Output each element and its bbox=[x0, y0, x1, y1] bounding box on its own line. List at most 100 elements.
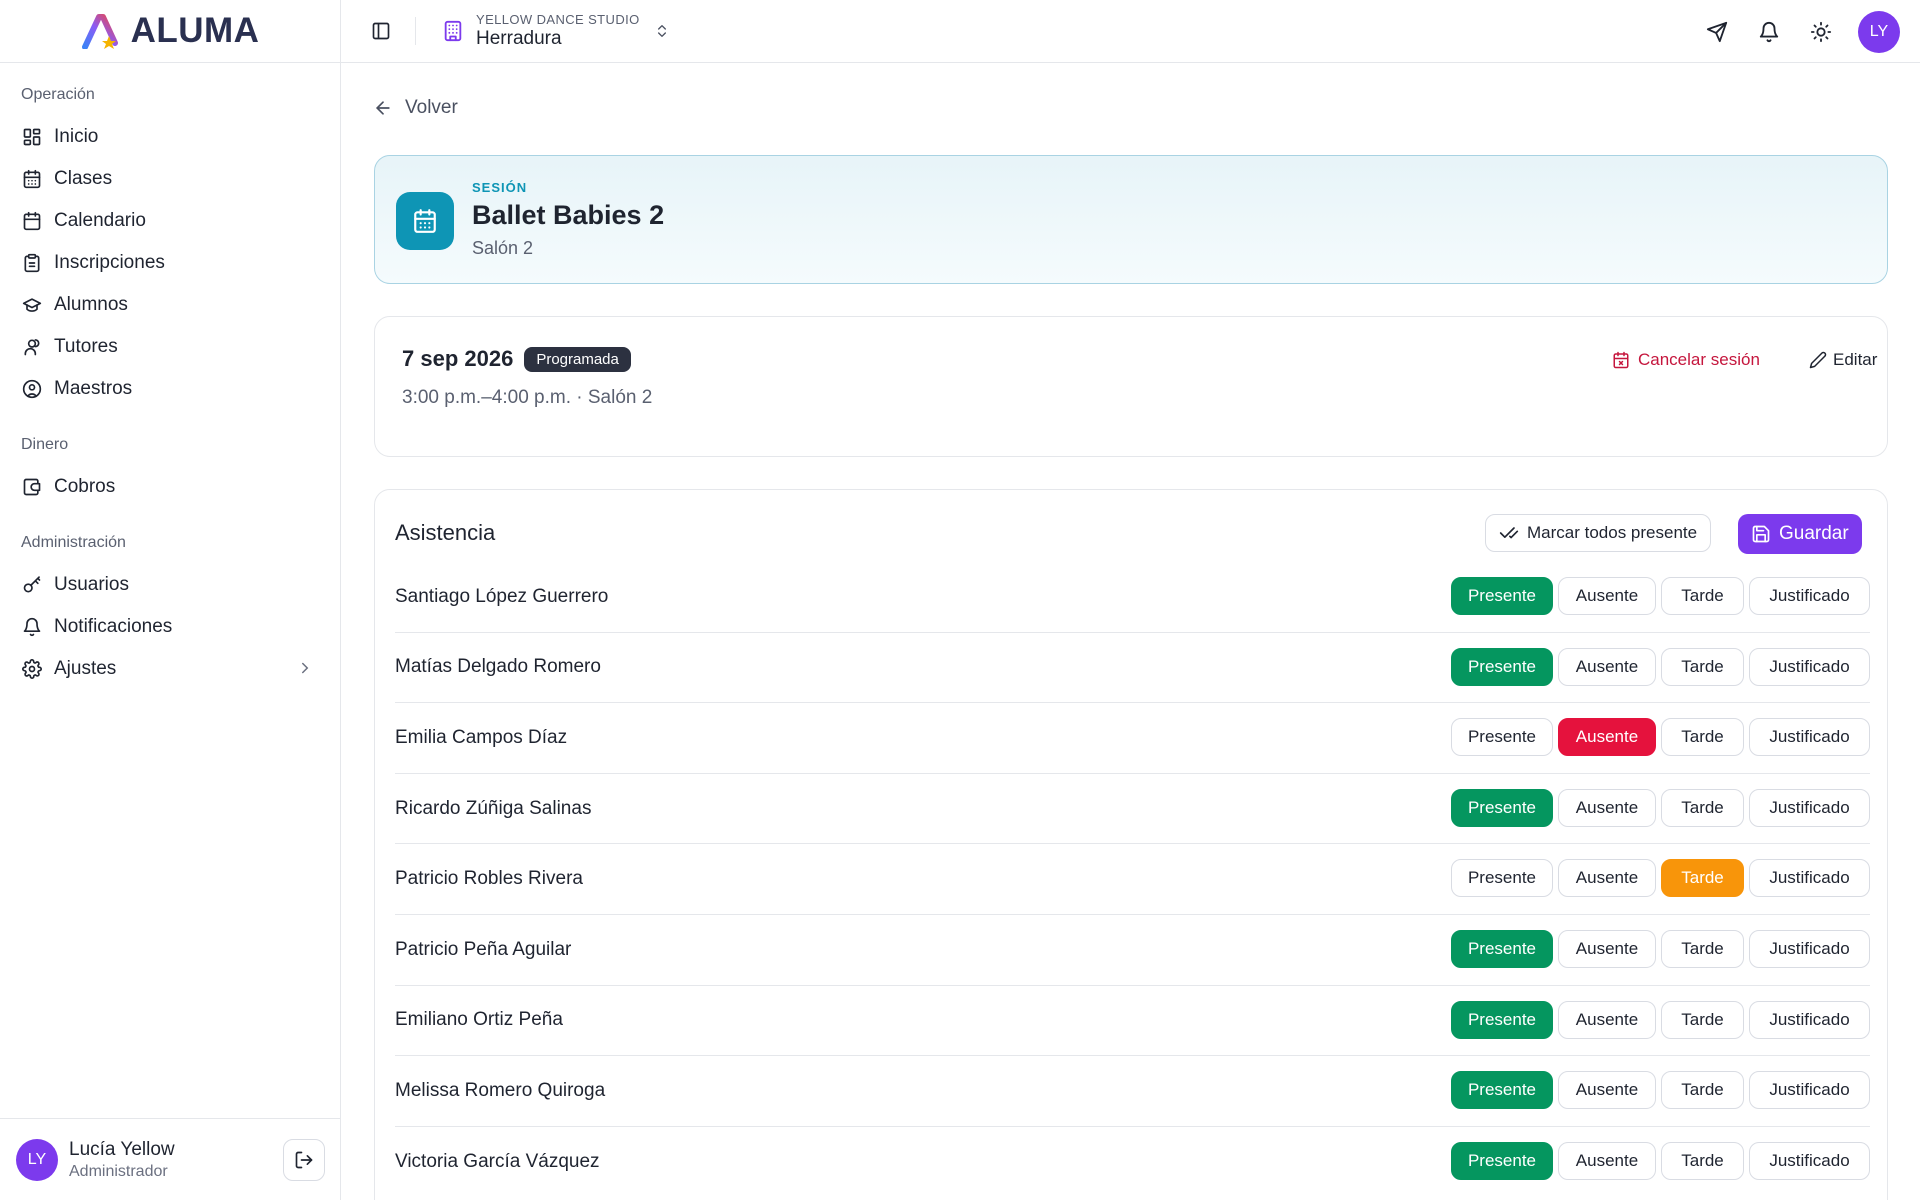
calendar-days-icon bbox=[21, 168, 43, 190]
topbar-actions: LY bbox=[1702, 11, 1900, 53]
topbar: YELLOW DANCE STUDIO Herradura LY bbox=[341, 0, 1920, 63]
status-option-tarde[interactable]: Tarde bbox=[1661, 1000, 1744, 1039]
topbar-avatar[interactable]: LY bbox=[1858, 11, 1900, 53]
status-option-presente[interactable]: Presente bbox=[1451, 1071, 1553, 1110]
status-option-ausente[interactable]: Ausente bbox=[1558, 1000, 1656, 1039]
status-option-tarde[interactable]: Tarde bbox=[1661, 577, 1744, 615]
status-option-tarde[interactable]: Tarde bbox=[1661, 647, 1744, 686]
send-button[interactable] bbox=[1702, 17, 1732, 47]
session-kicker: SESIÓN bbox=[472, 180, 528, 195]
edit-button[interactable]: Editar bbox=[1809, 350, 1877, 370]
sidebar-item-notificaciones[interactable]: Notificaciones bbox=[0, 606, 340, 648]
sidebar-item-label: Inscripciones bbox=[54, 252, 165, 273]
attendance-row: Victoria García Vázquez Presente Ausente Ta… bbox=[395, 1127, 1870, 1198]
sidebar-item-label: Tutores bbox=[54, 336, 118, 357]
cancel-session-button[interactable]: Cancelar sesión bbox=[1612, 350, 1760, 370]
student-name: Matías Delgado Romero bbox=[395, 656, 601, 678]
status-option-ausente[interactable]: Ausente bbox=[1558, 647, 1656, 686]
wallet-icon bbox=[21, 476, 43, 498]
status-badge: Programada bbox=[524, 346, 631, 372]
user-avatar[interactable]: LY bbox=[16, 1138, 58, 1181]
status-option-justificado[interactable]: Justificado bbox=[1749, 1000, 1870, 1039]
status-option-presente[interactable]: Presente bbox=[1451, 788, 1553, 827]
status-option-ausente[interactable]: Ausente bbox=[1558, 929, 1656, 968]
attendance-options: Presente Ausente Tarde Justificado bbox=[1451, 859, 1870, 898]
cancel-session-label: Cancelar sesión bbox=[1638, 350, 1760, 369]
occurrence-time: 3:00 p.m.–4:00 p.m. · Salón 2 bbox=[402, 387, 653, 408]
status-option-presente[interactable]: Presente bbox=[1451, 1000, 1553, 1039]
sidebar-item-calendario[interactable]: Calendario bbox=[0, 200, 340, 242]
status-option-justificado[interactable]: Justificado bbox=[1749, 1141, 1870, 1180]
topbar-divider bbox=[415, 17, 416, 45]
sidebar-toggle-button[interactable] bbox=[365, 15, 397, 47]
student-name: Santiago López Guerrero bbox=[395, 585, 609, 607]
sidebar-item-usuarios[interactable]: Usuarios bbox=[0, 564, 340, 606]
mark-all-present-button[interactable]: Marcar todos presente bbox=[1485, 514, 1712, 552]
attendance-row: Patricio Robles Rivera Presente Ausente Tar… bbox=[395, 844, 1870, 915]
status-option-ausente[interactable]: Ausente bbox=[1558, 788, 1656, 827]
attendance-row: Emiliano Ortiz Peña Presente Ausente Tarde J… bbox=[395, 986, 1870, 1057]
attendance-list: Santiago López Guerrero Presente Ausente Ta… bbox=[395, 562, 1870, 1197]
sidebar-item-label: Ajustes bbox=[54, 658, 117, 679]
studio-name: Herradura bbox=[476, 28, 562, 49]
app-logo[interactable]: ALUMA bbox=[0, 0, 340, 63]
status-option-justificado[interactable]: Justificado bbox=[1749, 647, 1870, 686]
status-option-presente[interactable]: Presente bbox=[1451, 859, 1553, 898]
sidebar-item-ajustes[interactable]: Ajustes bbox=[0, 648, 340, 690]
sidebar-item-maestros[interactable]: Maestros bbox=[0, 368, 340, 410]
sidebar-item-label: Usuarios bbox=[54, 574, 129, 595]
sidebar-item-inscripciones[interactable]: Inscripciones bbox=[0, 242, 340, 284]
session-room: Salón 2 bbox=[472, 238, 534, 258]
studio-switcher[interactable]: YELLOW DANCE STUDIO Herradura bbox=[442, 12, 670, 50]
nav-section-title: Administración bbox=[21, 534, 126, 551]
status-option-tarde[interactable]: Tarde bbox=[1661, 718, 1744, 757]
aluma-logo-icon bbox=[81, 14, 118, 49]
status-option-tarde[interactable]: Tarde bbox=[1661, 1141, 1744, 1180]
status-option-presente[interactable]: Presente bbox=[1451, 718, 1553, 757]
studio-label: YELLOW DANCE STUDIO bbox=[476, 12, 640, 27]
status-option-presente[interactable]: Presente bbox=[1451, 577, 1553, 615]
status-option-tarde[interactable]: Tarde bbox=[1661, 929, 1744, 968]
grid-icon bbox=[21, 126, 43, 148]
theme-toggle-button[interactable] bbox=[1806, 17, 1836, 47]
sidebar-item-inicio[interactable]: Inicio bbox=[0, 116, 340, 158]
status-option-ausente[interactable]: Ausente bbox=[1558, 577, 1656, 615]
session-icon-box bbox=[396, 192, 454, 250]
occurrence-card: 7 sep 2026 Programada 3:00 p.m.–4:00 p.m… bbox=[374, 316, 1888, 457]
sidebar-item-tutores[interactable]: Tutores bbox=[0, 326, 340, 368]
sidebar: ALUMA Operación Inicio Clases Calendario Ins… bbox=[0, 0, 341, 1200]
attendance-options: Presente Ausente Tarde Justificado bbox=[1451, 1000, 1870, 1039]
status-option-ausente[interactable]: Ausente bbox=[1558, 1071, 1656, 1110]
status-option-tarde[interactable]: Tarde bbox=[1661, 859, 1744, 898]
save-button[interactable]: Guardar bbox=[1738, 514, 1862, 554]
status-option-tarde[interactable]: Tarde bbox=[1661, 788, 1744, 827]
user-name: Lucía Yellow bbox=[69, 1138, 175, 1160]
status-option-justificado[interactable]: Justificado bbox=[1749, 718, 1870, 757]
status-option-tarde[interactable]: Tarde bbox=[1661, 1071, 1744, 1110]
building-icon bbox=[444, 20, 462, 42]
status-option-justificado[interactable]: Justificado bbox=[1749, 859, 1870, 898]
back-link[interactable]: Volver bbox=[373, 97, 458, 119]
status-option-justificado[interactable]: Justificado bbox=[1749, 1071, 1870, 1110]
status-option-justificado[interactable]: Justificado bbox=[1749, 788, 1870, 827]
status-option-justificado[interactable]: Justificado bbox=[1749, 929, 1870, 968]
check-check-icon bbox=[1499, 527, 1519, 539]
status-option-presente[interactable]: Presente bbox=[1451, 1141, 1553, 1180]
logout-button[interactable] bbox=[283, 1139, 325, 1181]
occurrence-date: 7 sep 2026 bbox=[402, 346, 514, 371]
status-option-ausente[interactable]: Ausente bbox=[1558, 859, 1656, 898]
status-option-presente[interactable]: Presente bbox=[1451, 929, 1553, 968]
sun-icon bbox=[1810, 21, 1832, 43]
bell-icon bbox=[1759, 22, 1779, 43]
attendance-options: Presente Ausente Tarde Justificado bbox=[1451, 1141, 1870, 1180]
attendance-row: Patricio Peña Aguilar Presente Ausente Tard… bbox=[395, 915, 1870, 986]
notifications-button[interactable] bbox=[1754, 17, 1784, 47]
status-option-justificado[interactable]: Justificado bbox=[1749, 577, 1870, 615]
user-role: Administrador bbox=[69, 1162, 168, 1180]
sidebar-item-clases[interactable]: Clases bbox=[0, 158, 340, 200]
sidebar-item-alumnos[interactable]: Alumnos bbox=[0, 284, 340, 326]
status-option-presente[interactable]: Presente bbox=[1451, 647, 1553, 686]
sidebar-item-cobros[interactable]: Cobros bbox=[0, 466, 340, 508]
status-option-ausente[interactable]: Ausente bbox=[1558, 1141, 1656, 1180]
status-option-ausente[interactable]: Ausente bbox=[1558, 718, 1656, 757]
